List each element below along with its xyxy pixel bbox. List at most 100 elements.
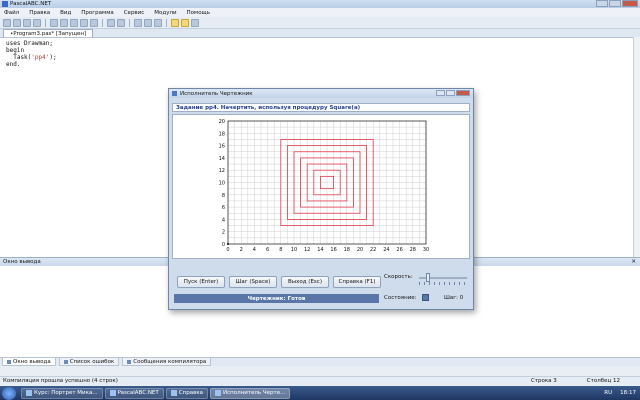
editor-scrollbar[interactable] <box>633 37 640 257</box>
code-text: ); <box>49 54 57 61</box>
x-tick-label: 8 <box>279 247 282 253</box>
pascal-app-icon <box>2 1 8 7</box>
menu-file[interactable]: Файл <box>4 10 19 16</box>
drawman-status: Чертежник: Готов <box>174 294 379 303</box>
code-text: begin <box>6 47 25 54</box>
step-over-icon[interactable] <box>144 18 152 27</box>
dialog-maximize-button[interactable] <box>446 90 455 96</box>
x-tick-label: 30 <box>423 247 429 253</box>
dialog-close-button[interactable] <box>456 90 470 96</box>
x-tick-label: 24 <box>383 247 389 253</box>
code-string: 'pp4' <box>31 54 50 61</box>
taskbar-label: Исполнитель Черте... <box>223 390 286 396</box>
copy-icon[interactable] <box>60 18 68 27</box>
status-text: Компиляция прошла успешно (4 строк) <box>3 378 118 384</box>
system-tray: RU 18:17 <box>604 386 636 400</box>
taskbar-item-drawman[interactable]: Исполнитель Черте... <box>210 387 291 399</box>
tab-program3[interactable]: •Program3.pas* [Запущен] <box>3 29 94 37</box>
x-tick-label: 12 <box>304 247 310 253</box>
clock[interactable]: 18:17 <box>620 390 636 396</box>
save-all-icon[interactable] <box>33 18 41 27</box>
minimize-button[interactable] <box>596 0 608 7</box>
pen-position-marker <box>226 242 230 246</box>
dialog-titlebar: Исполнитель Чертежник <box>169 89 473 98</box>
redo-icon[interactable] <box>90 18 98 27</box>
slider-thumb[interactable] <box>425 273 430 282</box>
start-button-icon[interactable] <box>2 386 16 400</box>
x-tick-label: 22 <box>370 247 376 253</box>
y-tick-label: 10 <box>219 181 225 187</box>
save-icon[interactable] <box>23 18 31 27</box>
state-indicator <box>422 294 429 301</box>
x-tick-label: 18 <box>344 247 350 253</box>
browser-icon <box>26 390 32 396</box>
slider-ticks <box>419 282 467 285</box>
stop-icon[interactable] <box>117 18 125 27</box>
x-tick-label: 28 <box>410 247 416 253</box>
dialog-minimize-button[interactable] <box>436 90 445 96</box>
undo-icon[interactable] <box>80 18 88 27</box>
cut-icon[interactable] <box>50 18 58 27</box>
maximize-button[interactable] <box>609 0 621 7</box>
speed-slider[interactable] <box>419 273 467 285</box>
toolbar-separator <box>102 18 103 27</box>
step-counter: Шаг: 0 <box>444 295 464 301</box>
taskbar-item-pascal[interactable]: PascalABC.NET <box>104 387 164 399</box>
pin-icon[interactable]: ✕ <box>631 259 636 265</box>
taskbar-label: PascalABC.NET <box>117 390 159 396</box>
tab-label: Список ошибок <box>69 358 115 365</box>
x-tick-label: 0 <box>226 247 229 253</box>
toolbar-separator <box>166 18 167 27</box>
y-tick-label: 16 <box>219 144 225 150</box>
menu-service[interactable]: Сервис <box>124 10 145 16</box>
dialog-title: Исполнитель Чертежник <box>180 90 253 97</box>
menu-modules[interactable]: Модули <box>154 10 176 16</box>
new-file-icon[interactable] <box>3 18 11 27</box>
x-tick-label: 2 <box>240 247 243 253</box>
ide-titlebar: PascalABC.NET <box>0 0 640 8</box>
tab-errors[interactable]: Список ошибок <box>58 358 120 366</box>
menu-help[interactable]: Помощь <box>187 10 210 16</box>
open-folder-icon[interactable] <box>13 18 21 27</box>
drawman-icon <box>215 390 222 396</box>
x-tick-label: 16 <box>330 247 336 253</box>
menu-program[interactable]: Программа <box>81 10 113 16</box>
y-tick-label: 2 <box>222 230 225 236</box>
code-line: end. <box>6 61 634 68</box>
y-tick-label: 18 <box>219 131 225 137</box>
close-button[interactable] <box>622 0 638 7</box>
y-tick-label: 8 <box>222 193 225 199</box>
help-button[interactable]: Справка (F1) <box>333 276 381 288</box>
output-window-icon[interactable] <box>181 18 189 27</box>
taskbar-item-browser[interactable]: Курс: Портрет Мика... <box>21 387 103 399</box>
tab-label: Сообщения компилятора <box>133 358 207 365</box>
x-tick-label: 14 <box>317 247 323 253</box>
y-tick-label: 14 <box>219 156 225 162</box>
help-icon[interactable] <box>191 18 199 27</box>
menu-view[interactable]: Вид <box>60 10 71 16</box>
drawman-app-icon <box>172 91 177 96</box>
taskbar-label: Справка <box>178 390 204 396</box>
output-title: Окно вывода <box>3 259 41 265</box>
x-tick-label: 10 <box>291 247 297 253</box>
x-tick-label: 4 <box>253 247 256 253</box>
layout-icon[interactable] <box>171 18 179 27</box>
code-text: uses Drawman; <box>6 40 53 47</box>
tab-compiler-messages[interactable]: Сообщения компилятора <box>122 358 212 366</box>
format-icon[interactable] <box>154 18 162 27</box>
tab-output[interactable]: Окно вывода <box>2 358 56 366</box>
help-book-icon <box>170 390 177 396</box>
start-button[interactable]: Пуск (Enter) <box>177 276 225 288</box>
messages-icon <box>127 359 132 364</box>
taskbar-item-help[interactable]: Справка <box>165 387 209 399</box>
step-button[interactable]: Шаг (Space) <box>229 276 277 288</box>
windows-taskbar: Курс: Портрет Мика... PascalABC.NET Спра… <box>0 386 640 400</box>
menu-edit[interactable]: Правка <box>29 10 50 16</box>
language-indicator[interactable]: RU <box>604 390 612 396</box>
step-into-icon[interactable] <box>134 18 142 27</box>
paste-icon[interactable] <box>70 18 78 27</box>
run-icon[interactable] <box>107 18 115 27</box>
taskbar-label: Курс: Портрет Мика... <box>34 390 98 396</box>
x-tick-label: 26 <box>396 247 402 253</box>
exit-button[interactable]: Выход (Esc) <box>281 276 329 288</box>
